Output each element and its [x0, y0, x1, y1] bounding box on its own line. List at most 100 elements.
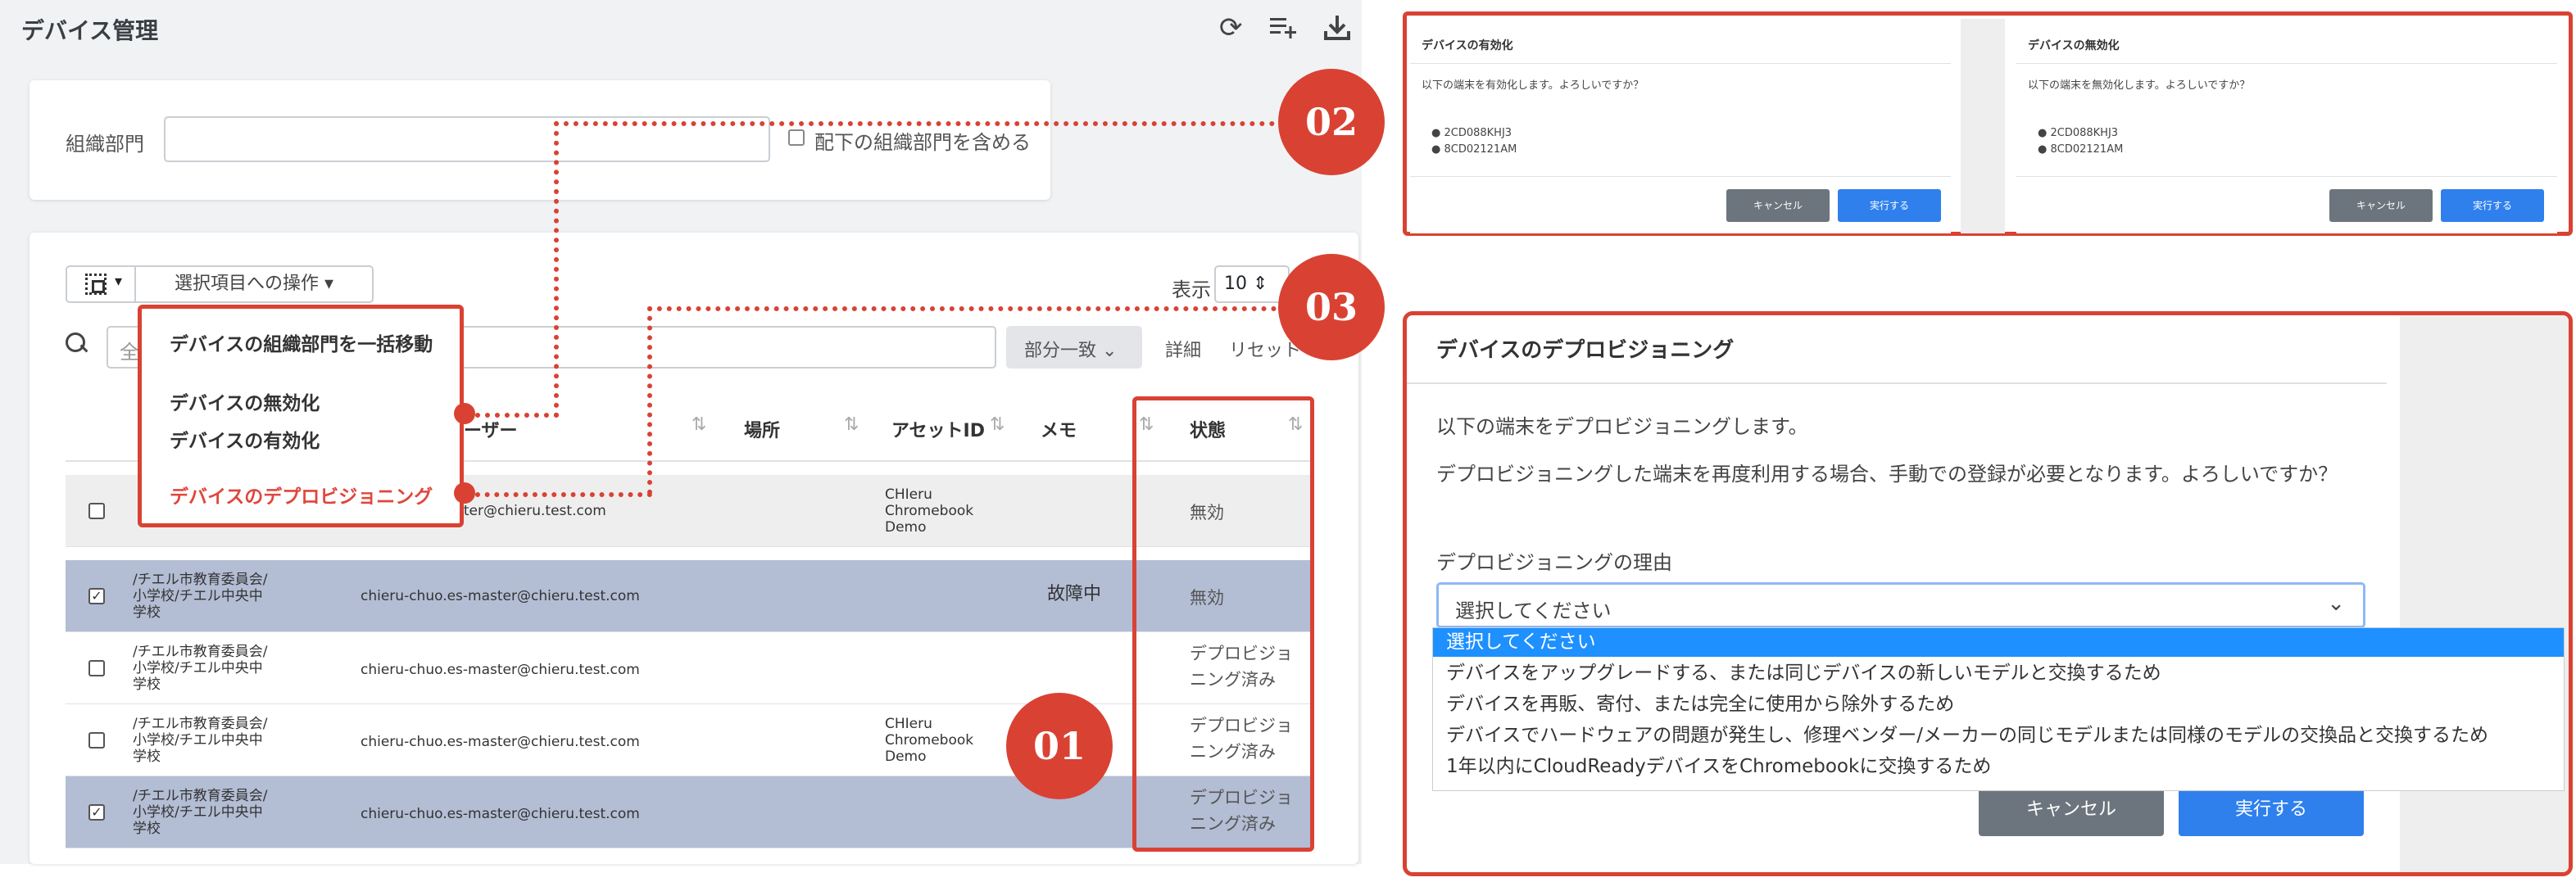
deprovision-dialog-title: デバイスのデプロビジョニング	[1436, 338, 1735, 363]
row-checkbox[interactable]	[88, 732, 105, 749]
match-mode-value: 部分一致	[1024, 341, 1097, 361]
device-id: 8CD02121AM	[1444, 143, 1517, 156]
bulk-ops-menu: デバイスの組織部門を一括移動 デバイスの無効化 デバイスの有効化 デバイスのデプ…	[138, 305, 464, 527]
show-label: 表示	[1172, 278, 1211, 301]
row-checkbox-checked[interactable]: ✓	[88, 804, 105, 821]
connector-line	[554, 121, 1285, 126]
disable-dialog-message: 以下の端末を無効化します。よろしいですか？	[2028, 79, 2251, 92]
reason-label: デプロビジョニングの理由	[1436, 551, 1672, 574]
chevron-down-icon: ⌄	[2327, 591, 2345, 616]
sort-icon[interactable]: ⇅	[844, 414, 859, 435]
menu-item-bulk-move[interactable]: デバイスの組織部門を一括移動	[170, 328, 433, 356]
refresh-icon[interactable]: ⟳	[1219, 13, 1243, 43]
connector-line	[647, 306, 1286, 311]
run-button[interactable]: 実行する	[2179, 784, 2364, 836]
page-title: デバイス管理	[21, 17, 159, 44]
device-management-screen: デバイス管理 ⟳ 組織部門 配下の組織部門を含める ▾ 選択項目への操作 ▾ 表…	[0, 0, 1362, 864]
connector-line	[647, 306, 652, 495]
org-filter-card: 組織部門 配下の組織部門を含める	[29, 80, 1050, 200]
deprovision-message-1: 以下の端末をデプロビジョニングします。	[1436, 415, 1808, 438]
table-row[interactable]: /チエル市教育委員会/ 小学校/チエル中央中 学校 chieru-chuo.es…	[66, 704, 1313, 776]
reason-select[interactable]: 選択してください ⌄	[1436, 582, 2365, 628]
disable-dialog-title: デバイスの無効化	[2028, 39, 2120, 52]
enable-dialog-title: デバイスの有効化	[1422, 39, 1513, 52]
device-list-item: ● 2CD088KHJ3	[1431, 127, 1512, 139]
table-row[interactable]: ✓ /チエル市教育委員会/ 小学校/チエル中央中 学校 chieru-chuo.…	[66, 560, 1313, 632]
badge-02: 02	[1278, 69, 1385, 175]
device-id: 2CD088KHJ3	[2050, 127, 2119, 139]
row-checkbox[interactable]	[88, 503, 105, 519]
enable-disable-dialogs-frame: デバイスの有効化 以下の端末を有効化します。よろしいですか？ ● 2CD088K…	[1403, 11, 2573, 236]
device-list-item: ● 8CD02121AM	[1431, 143, 1517, 156]
row-checkbox[interactable]	[88, 660, 105, 676]
select-all-icon	[85, 274, 107, 295]
connector-line	[475, 492, 652, 497]
reason-option[interactable]: デバイスをアップグレードする、または同じデバイスの新しいモデルと交換するため	[1433, 659, 2564, 688]
dialog-divider	[1410, 176, 1951, 177]
table-row[interactable]: /チエル市教育委員会/ 小学校/チエル中央中 学校 chieru-chuo.es…	[66, 632, 1313, 704]
playlist-add-icon[interactable]	[1268, 13, 1299, 48]
menu-item-enable[interactable]: デバイスの有効化	[170, 425, 320, 453]
bulk-ops-button[interactable]: 選択項目への操作 ▾	[136, 265, 374, 303]
sort-icon[interactable]: ⇅	[990, 414, 1005, 435]
user-cell: chieru-chuo.es-master@chieru.test.com	[361, 806, 640, 822]
org-cell: /チエル市教育委員会/ 小学校/チエル中央中 学校	[133, 572, 268, 621]
status-column-highlight	[1132, 396, 1314, 852]
dialog-divider	[1410, 63, 1951, 64]
reason-option[interactable]: デバイスを再販、寄付、または完全に使用から除外するため	[1433, 690, 2564, 719]
include-sub-checkbox[interactable]	[788, 129, 805, 146]
asset-cell: CHIeru Chromebook Demo	[885, 486, 974, 536]
user-cell: chieru-chuo.es-master@chieru.test.com	[361, 734, 640, 750]
select-all-dropdown[interactable]: ▾	[66, 265, 136, 303]
device-list-item: ● 2CD088KHJ3	[2038, 127, 2119, 139]
cancel-button[interactable]: キャンセル	[2329, 189, 2433, 222]
org-cell: /チエル市教育委員会/ 小学校/チエル中央中 学校	[133, 788, 268, 837]
menu-item-deprovision[interactable]: デバイスのデプロビジョニング	[170, 481, 433, 509]
column-header-memo[interactable]: メモ	[1041, 416, 1077, 442]
reason-option[interactable]: 1年以内にCloudReadyデバイスをChromebookに交換するため	[1433, 753, 2564, 781]
reason-select-value: 選択してください	[1455, 599, 1612, 622]
dialog-divider	[2016, 176, 2557, 177]
bulk-ops-label: 選択項目への操作	[174, 274, 319, 294]
playlist-add-icon-svg	[1270, 18, 1296, 38]
search-icon	[66, 331, 87, 359]
org-cell: /チエル市教育委員会/ 小学校/チエル中央中 学校	[133, 716, 268, 765]
connector-dot	[454, 403, 475, 424]
row-checkbox-checked[interactable]: ✓	[88, 588, 105, 604]
deprovision-message-2: デプロビジョニングした端末を再度利用する場合、手動での登録が必要となります。よろ…	[1436, 463, 2338, 486]
sort-icon[interactable]: ⇅	[692, 414, 706, 435]
reason-option[interactable]: デバイスでハードウェアの問題が発生し、修理ベンダー/メーカーの同じモデルまたは同…	[1433, 721, 2564, 750]
detail-search-link[interactable]: 詳細	[1165, 336, 1201, 362]
user-cell: chieru-chuo.es-master@chieru.test.com	[361, 588, 640, 604]
enable-dialog-message: 以下の端末を有効化します。よろしいですか？	[1422, 79, 1644, 92]
run-button[interactable]: 実行する	[1838, 189, 1941, 222]
connector-line	[475, 413, 559, 418]
column-header-location[interactable]: 場所	[744, 416, 780, 442]
run-button[interactable]: 実行する	[2441, 189, 2544, 222]
reason-option[interactable]: 選択してください	[1433, 628, 2564, 657]
cancel-button[interactable]: キャンセル	[1979, 784, 2164, 836]
asset-cell: CHIeru Chromebook Demo	[885, 716, 974, 765]
cancel-button[interactable]: キャンセル	[1726, 189, 1830, 222]
page-size-value: 10	[1224, 274, 1247, 294]
column-header-asset-id[interactable]: アセットID	[891, 416, 985, 442]
dialog-gap	[1961, 19, 2005, 233]
dialog-divider	[2016, 63, 2557, 64]
download-icon[interactable]	[1322, 13, 1352, 48]
caret-down-icon: ▾	[115, 273, 123, 290]
memo-cell: 故障中	[1047, 584, 1102, 604]
include-sub-label: 配下の組織部門を含める	[814, 131, 1031, 154]
table-row[interactable]: ✓ /チエル市教育委員会/ 小学校/チエル中央中 学校 chieru-chuo.…	[66, 776, 1313, 848]
badge-03: 03	[1278, 254, 1385, 360]
reason-options-list: 選択してください デバイスをアップグレードする、または同じデバイスの新しいモデル…	[1432, 627, 2565, 791]
org-cell: /チエル市教育委員会/ 小学校/チエル中央中 学校	[133, 644, 268, 693]
enable-dialog: デバイスの有効化 以下の端末を有効化します。よろしいですか？ ● 2CD088K…	[1410, 19, 1951, 233]
connector-dot	[454, 482, 475, 504]
org-label: 組織部門	[66, 133, 144, 156]
menu-item-disable[interactable]: デバイスの無効化	[170, 387, 320, 415]
match-mode-select[interactable]: 部分一致 ⌄	[1006, 326, 1142, 369]
deprovision-dialog-frame: デバイスのデプロビジョニング 以下の端末をデプロビジョニングします。 デプロビジ…	[1403, 311, 2573, 876]
device-id: 8CD02121AM	[2050, 143, 2124, 156]
disable-dialog: デバイスの無効化 以下の端末を無効化します。よろしいですか？ ● 2CD088K…	[2016, 19, 2557, 233]
device-list-item: ● 8CD02121AM	[2038, 143, 2124, 156]
